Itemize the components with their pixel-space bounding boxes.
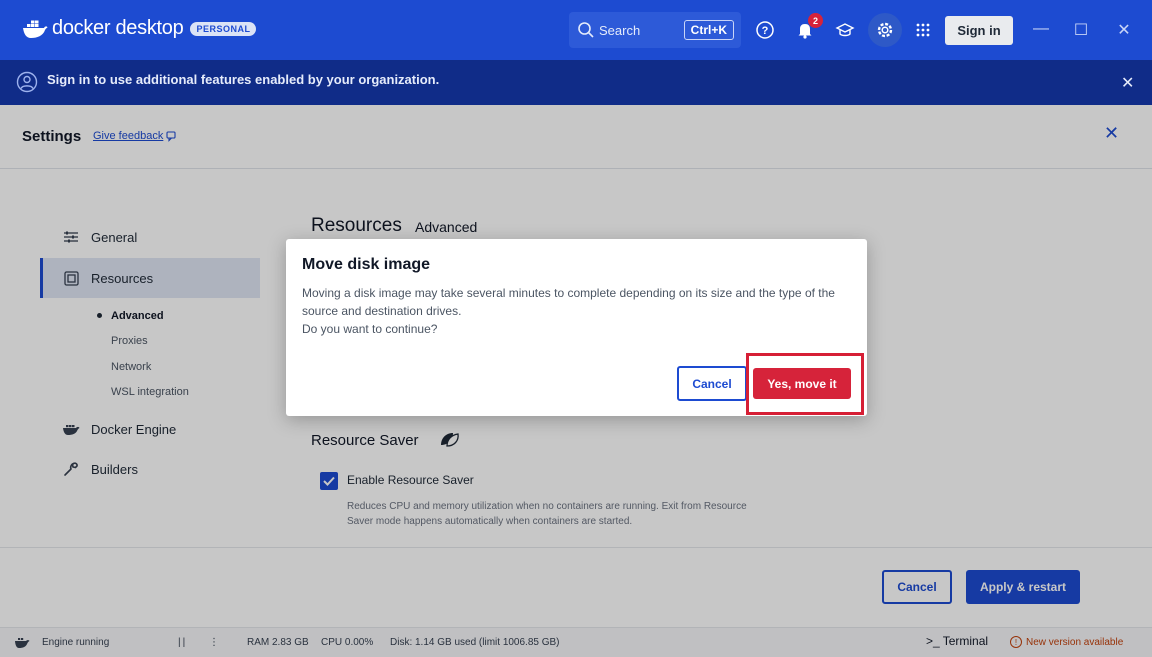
minimize-icon[interactable]: —	[1031, 20, 1051, 38]
sign-in-banner: Sign in to use additional features enabl…	[0, 60, 1152, 105]
learn-icon[interactable]	[834, 19, 856, 41]
whale-icon	[23, 20, 48, 38]
sign-in-button[interactable]: Sign in	[945, 16, 1013, 45]
app-name: docker desktop	[52, 17, 184, 39]
dialog-cancel-button[interactable]: Cancel	[677, 366, 747, 401]
dialog-title: Move disk image	[302, 256, 431, 273]
dialog-message-line1: Moving a disk image may take several min…	[302, 286, 835, 318]
banner-message: Sign in to use additional features enabl…	[47, 72, 440, 87]
maximize-icon[interactable]: ☐	[1071, 20, 1091, 40]
dialog-message-line2: Do you want to continue?	[302, 322, 438, 336]
move-disk-dialog: Move disk image Moving a disk image may …	[286, 239, 867, 416]
yes-move-it-button[interactable]: Yes, move it	[753, 368, 851, 399]
gear-icon[interactable]	[874, 19, 896, 41]
search-bar[interactable]: Search Ctrl+K	[569, 12, 741, 48]
help-icon[interactable]: ?	[754, 19, 776, 41]
title-bar: docker desktop PERSONAL Search Ctrl+K ? …	[0, 0, 1152, 60]
search-label: Search	[599, 22, 641, 38]
search-icon	[578, 22, 594, 38]
docker-logo: docker desktop PERSONAL	[22, 17, 257, 40]
window-close-icon[interactable]: ✕	[1114, 20, 1134, 40]
svg-text:?: ?	[762, 25, 769, 37]
plan-badge: PERSONAL	[190, 21, 257, 36]
banner-close-icon[interactable]: ✕	[1121, 73, 1134, 93]
user-icon	[16, 71, 38, 93]
apps-grid-icon[interactable]	[912, 19, 934, 41]
notification-count: 2	[808, 13, 823, 28]
search-shortcut: Ctrl+K	[683, 20, 734, 40]
dialog-message: Moving a disk image may take several min…	[302, 284, 842, 338]
